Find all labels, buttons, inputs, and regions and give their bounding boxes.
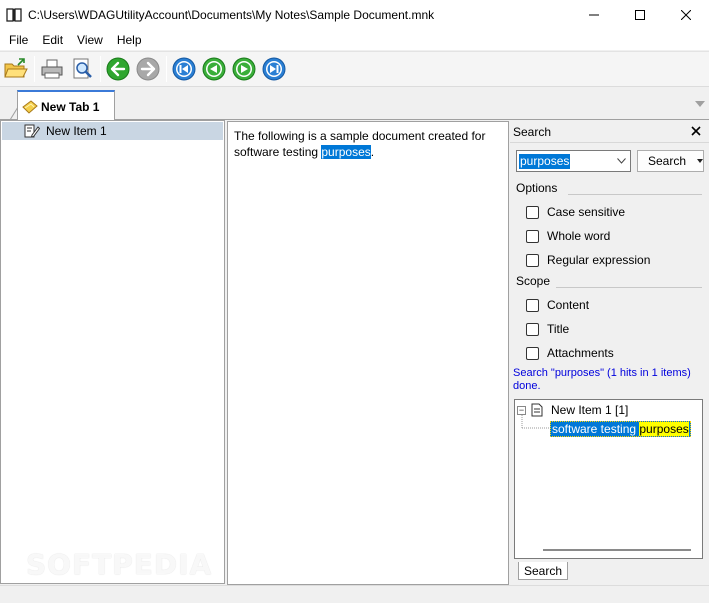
tree-item-label: New Item 1: [46, 124, 107, 138]
editor-selection: purposes: [321, 145, 371, 159]
tree-connector: [521, 415, 549, 429]
result-hit[interactable]: software testing purposes: [550, 421, 691, 437]
maximize-button[interactable]: [617, 0, 663, 30]
first-icon: [172, 57, 196, 81]
document-editor[interactable]: The following is a sample document creat…: [227, 121, 509, 585]
horizontal-scrollbar[interactable]: [543, 549, 691, 551]
tab-search[interactable]: Search: [518, 562, 568, 580]
app-book-icon: [6, 8, 22, 22]
scope-attachments[interactable]: Attachments: [526, 346, 614, 360]
search-options-dropdown[interactable]: [696, 150, 704, 172]
menu-help[interactable]: Help: [110, 30, 149, 50]
options-group-label: Options: [516, 181, 558, 195]
option-whole-word[interactable]: Whole word: [526, 229, 610, 243]
note-tree: New Item 1: [0, 120, 225, 584]
option-label: Whole word: [547, 229, 611, 243]
menu-view[interactable]: View: [70, 30, 110, 50]
print-preview-button[interactable]: [69, 56, 95, 82]
checkbox[interactable]: [526, 322, 539, 336]
checkbox[interactable]: [526, 346, 539, 360]
print-icon: [41, 59, 63, 79]
scope-label: Attachments: [547, 346, 614, 360]
scope-title[interactable]: Title: [526, 322, 569, 336]
close-icon[interactable]: [690, 125, 702, 137]
softpedia-watermark: SOFTPEDIA: [26, 548, 213, 581]
maximize-icon: [635, 10, 645, 20]
title-bar: C:\Users\WDAGUtilityAccount\Documents\My…: [0, 0, 709, 30]
first-button[interactable]: [171, 56, 197, 82]
close-icon: [681, 10, 691, 20]
previous-button[interactable]: [201, 56, 227, 82]
result-hit-text: software testing: [552, 422, 640, 436]
option-label: Case sensitive: [547, 205, 626, 219]
result-item-label[interactable]: New Item 1 [1]: [551, 403, 628, 417]
search-panel-header: Search: [510, 121, 709, 143]
next-icon: [232, 57, 256, 81]
last-icon: [262, 57, 286, 81]
search-query-combo[interactable]: purposes: [516, 150, 631, 172]
checkbox[interactable]: [526, 298, 539, 312]
back-button[interactable]: [105, 56, 131, 82]
next-button[interactable]: [231, 56, 257, 82]
option-case-sensitive[interactable]: Case sensitive: [526, 205, 625, 219]
menu-file[interactable]: File: [2, 30, 35, 50]
open-button[interactable]: [3, 56, 29, 82]
toolbar-separator: [166, 56, 167, 82]
menu-bar: File Edit View Help: [0, 30, 709, 50]
collapse-toggle-icon[interactable]: −: [517, 406, 526, 415]
search-panel-title: Search: [513, 124, 552, 139]
menu-edit[interactable]: Edit: [35, 30, 70, 50]
last-button[interactable]: [261, 56, 287, 82]
option-label: Regular expression: [547, 253, 651, 267]
search-button[interactable]: Search: [637, 150, 697, 172]
scope-divider: [556, 287, 702, 288]
note-edit-icon: [24, 124, 40, 138]
result-hit-match: purposes: [639, 422, 689, 436]
toolbar: [0, 51, 709, 87]
scope-group-label: Scope: [516, 274, 551, 288]
minimize-button[interactable]: [571, 0, 617, 30]
scope-label: Title: [547, 322, 570, 336]
tab-label: New Tab 1: [41, 99, 100, 114]
checkbox[interactable]: [526, 229, 539, 243]
search-panel: Search purposes Search Options Case sens…: [510, 121, 709, 585]
print-preview-icon: [73, 58, 92, 79]
option-regular-expression[interactable]: Regular expression: [526, 253, 650, 267]
checkbox[interactable]: [526, 205, 539, 219]
editor-text-end: .: [370, 145, 375, 159]
minimize-icon: [589, 14, 599, 16]
previous-icon: [202, 57, 226, 81]
open-folder-icon: [4, 58, 28, 78]
print-button[interactable]: [39, 56, 65, 82]
chevron-down-icon: [617, 158, 626, 164]
checkbox[interactable]: [526, 253, 539, 267]
forward-icon: [136, 57, 160, 81]
toolbar-separator: [100, 56, 101, 82]
status-bar: [0, 585, 709, 603]
back-icon: [106, 57, 130, 81]
tab-new-tab-1[interactable]: New Tab 1: [17, 90, 115, 121]
tab-list-dropdown-icon[interactable]: [695, 101, 705, 107]
search-results-tree[interactable]: − New Item 1 [1] software testing purpos…: [514, 399, 703, 559]
tree-item[interactable]: New Item 1: [2, 122, 223, 140]
forward-button[interactable]: [135, 56, 161, 82]
close-window-button[interactable]: [663, 0, 709, 30]
options-divider: [568, 194, 702, 195]
tab-strip: New Tab 1: [0, 87, 709, 121]
note-tab-icon: [22, 99, 38, 114]
scope-content[interactable]: Content: [526, 298, 589, 312]
chevron-down-icon: [697, 159, 703, 163]
scope-label: Content: [547, 298, 590, 312]
search-query-value: purposes: [519, 153, 571, 169]
search-status: Search "purposes" (1 hits in 1 items) do…: [513, 367, 691, 392]
toolbar-separator: [34, 56, 35, 82]
window-title: C:\Users\WDAGUtilityAccount\Documents\My…: [28, 8, 435, 22]
